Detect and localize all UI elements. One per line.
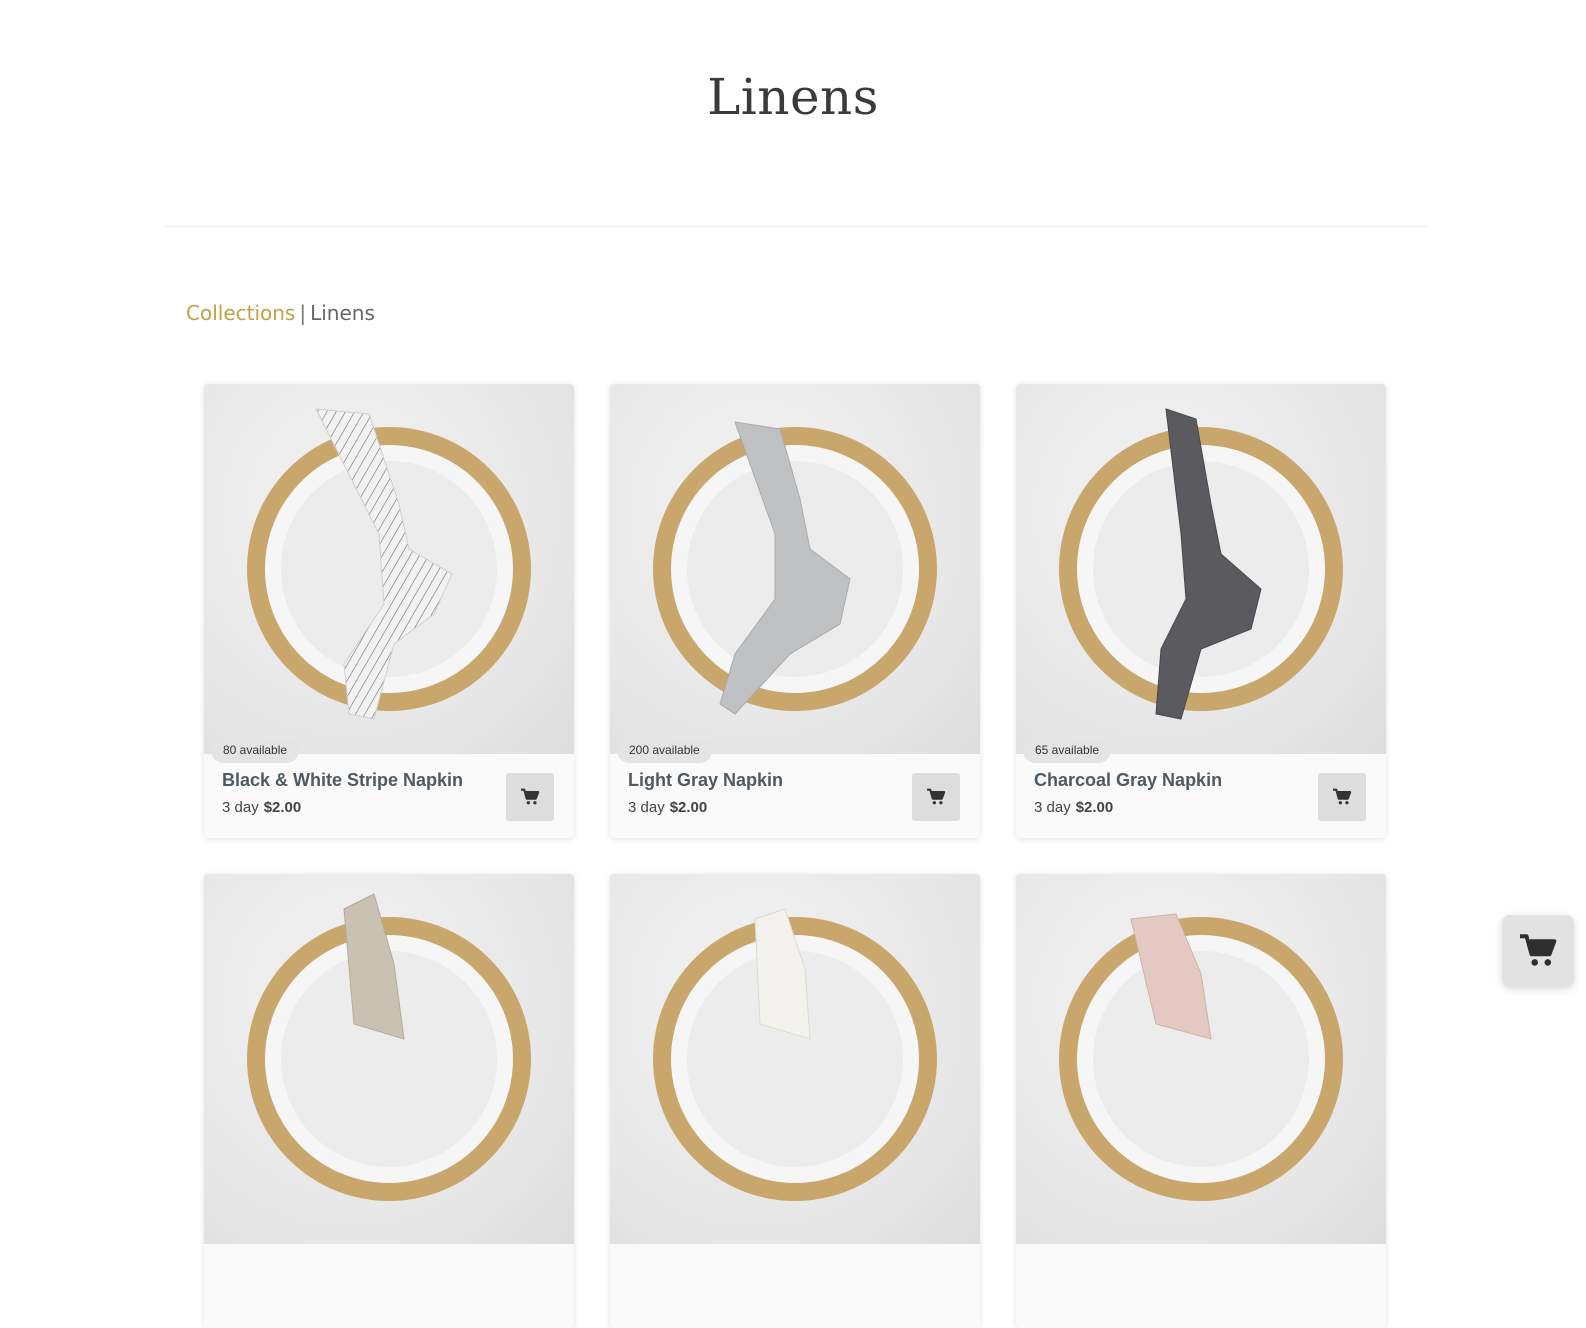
product-image[interactable] [610, 874, 980, 1244]
plate-with-napkin-image [653, 908, 937, 1201]
breadcrumb-collections-link[interactable]: Collections [186, 301, 295, 325]
availability-badge: 80 available [211, 738, 300, 763]
product-image[interactable] [1016, 384, 1386, 754]
cart-icon [521, 788, 540, 805]
rental-duration: 3 day [1034, 799, 1071, 816]
cart-icon [1520, 934, 1557, 966]
cart-icon [927, 788, 946, 805]
floating-cart-button[interactable] [1502, 915, 1574, 987]
product-meta: 3 day $2.00 [222, 799, 301, 816]
plate-with-napkin-image [247, 893, 531, 1201]
product-card[interactable]: 80 available Black & White Stripe Napkin… [204, 384, 574, 838]
product-card[interactable] [204, 874, 574, 1328]
product-name[interactable]: Light Gray Napkin [628, 770, 783, 791]
availability-badge: 65 available [1023, 738, 1112, 763]
plate-with-napkin-image [1059, 408, 1343, 720]
product-card[interactable] [610, 874, 980, 1328]
plate-with-napkin-image [247, 408, 531, 720]
product-price: $2.00 [263, 799, 302, 816]
product-image[interactable] [610, 384, 980, 754]
product-card[interactable]: 65 available Charcoal Gray Napkin 3 day $… [1016, 384, 1386, 838]
product-meta: 3 day $2.00 [1034, 799, 1113, 816]
rental-duration: 3 day [628, 799, 665, 816]
rental-duration: 3 day [222, 799, 259, 816]
product-image[interactable] [1016, 874, 1386, 1244]
add-to-cart-button[interactable] [506, 773, 554, 821]
product-card[interactable] [1016, 874, 1386, 1328]
add-to-cart-button[interactable] [1318, 773, 1366, 821]
breadcrumb: Collections | Linens [186, 301, 375, 325]
product-image[interactable] [204, 384, 574, 754]
product-name[interactable]: Black & White Stripe Napkin [222, 770, 463, 791]
product-card[interactable]: 200 available Light Gray Napkin 3 day $2.… [610, 384, 980, 838]
product-meta: 3 day $2.00 [628, 799, 707, 816]
page-title: Linens [707, 68, 879, 126]
cart-icon [1333, 788, 1352, 805]
availability-badge: 200 available [617, 738, 712, 763]
breadcrumb-current: Linens [310, 301, 375, 325]
add-to-cart-button[interactable] [912, 773, 960, 821]
plate-with-napkin-image [653, 421, 937, 715]
product-price: $2.00 [669, 799, 708, 816]
product-image[interactable] [204, 874, 574, 1244]
header-divider [164, 226, 1428, 227]
product-price: $2.00 [1075, 799, 1114, 816]
breadcrumb-separator: | [299, 301, 307, 325]
product-name[interactable]: Charcoal Gray Napkin [1034, 770, 1222, 791]
plate-with-napkin-image [1059, 913, 1343, 1201]
